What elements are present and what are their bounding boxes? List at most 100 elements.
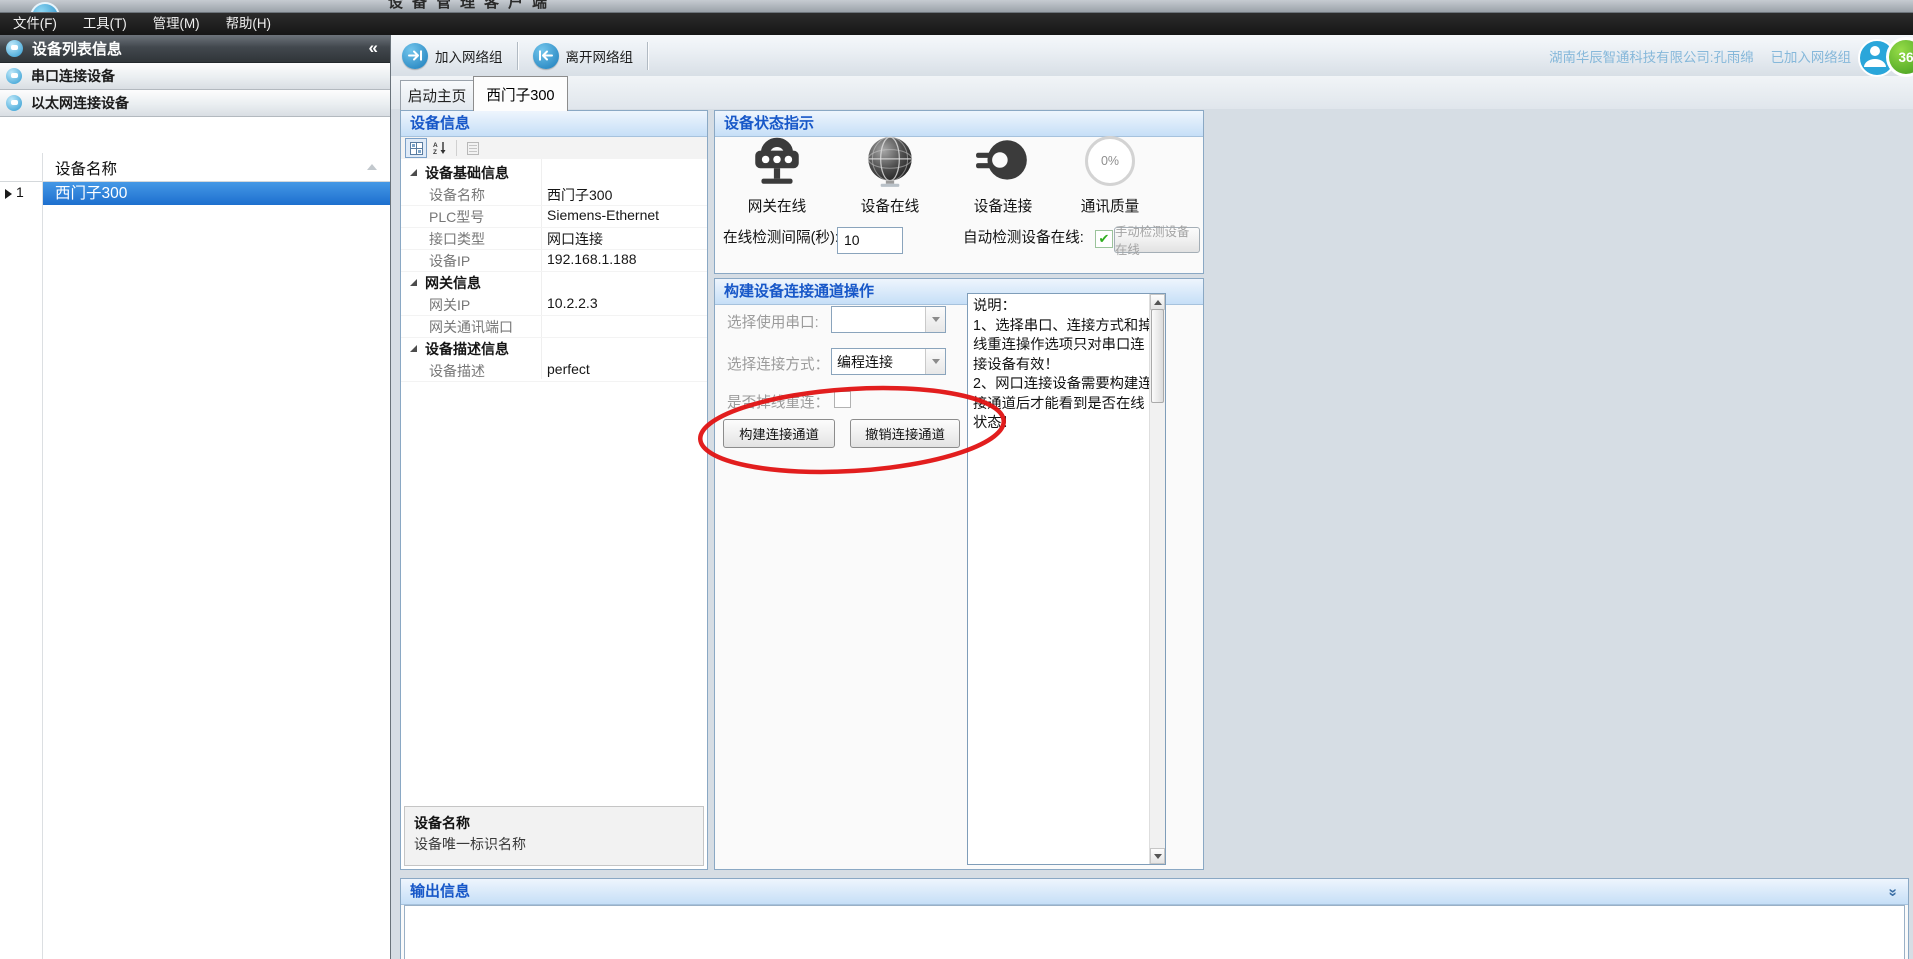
serial-port-label: 选择使用串口: bbox=[727, 311, 819, 332]
svg-text:Z: Z bbox=[433, 149, 437, 155]
note-line: 线重连操作选项只对串口连 bbox=[968, 336, 1150, 356]
row-number-divider bbox=[42, 153, 43, 959]
reconnect-label: 是否掉线重连： bbox=[727, 391, 829, 412]
account-info: 湖南华辰智通科技有限公司:孔雨绵 已加入网络组 bbox=[1549, 35, 1851, 76]
device-info-header: 设备信息 bbox=[401, 111, 707, 137]
menu-tools[interactable]: 工具(T) bbox=[70, 13, 140, 35]
revoke-channel-button[interactable]: 撤销连接通道 bbox=[850, 419, 960, 448]
device-table-header[interactable]: 设备名称 bbox=[0, 153, 390, 182]
sidebar-group-label: 以太网连接设备 bbox=[31, 93, 129, 113]
connect-mode-value: 编程连接 bbox=[837, 352, 893, 372]
output-content bbox=[404, 905, 1905, 959]
toolbar-separator bbox=[456, 140, 457, 156]
output-panel-header: 输出信息 « bbox=[401, 879, 1908, 905]
leave-network-label: 离开网络组 bbox=[566, 46, 634, 66]
scroll-down-icon[interactable] bbox=[1150, 848, 1165, 864]
connection-channel-panel: 构建设备连接通道操作 选择使用串口: 选择连接方式： 编程连接 是否掉线重连： … bbox=[714, 278, 1204, 870]
output-title: 输出信息 bbox=[410, 883, 470, 900]
property-description-box: 设备名称 设备唯一标识名称 bbox=[404, 806, 704, 866]
collapse-output-icon[interactable]: « bbox=[1879, 888, 1904, 896]
dropdown-icon[interactable] bbox=[925, 307, 945, 332]
reconnect-checkbox[interactable] bbox=[834, 391, 851, 408]
leave-network-button[interactable]: 离开网络组 bbox=[522, 39, 645, 73]
build-channel-button[interactable]: 构建连接通道 bbox=[723, 419, 835, 448]
svg-text:A: A bbox=[433, 142, 438, 149]
network-status-text: 已加入网络组 bbox=[1771, 46, 1851, 66]
column-device-name: 设备名称 bbox=[55, 157, 117, 179]
network-leave-icon bbox=[533, 43, 559, 69]
toolbar-separator bbox=[517, 42, 519, 70]
category-row[interactable]: 设备基础信息 bbox=[401, 161, 707, 183]
menu-bar: 文件(F) 工具(T) 管理(M) 帮助(H) bbox=[0, 13, 1913, 35]
property-grid-toolbar: AZ bbox=[401, 137, 707, 160]
device-list-sidebar: 设备列表信息 « 串口连接设备 以太网连接设备 设备名称 1 西门子300 bbox=[0, 35, 391, 959]
toolbar-separator bbox=[647, 42, 649, 70]
gateway-router-icon bbox=[748, 133, 806, 189]
property-description: 设备唯一标识名称 bbox=[414, 834, 526, 854]
property-row[interactable]: 接口类型 网口连接 bbox=[401, 227, 707, 250]
network-join-icon bbox=[402, 43, 428, 69]
interval-label: 在线检测间隔(秒): bbox=[723, 226, 839, 251]
tab-strip bbox=[391, 76, 1913, 109]
scroll-up-icon[interactable] bbox=[1150, 294, 1165, 310]
property-pages-icon bbox=[462, 138, 484, 158]
window-title: 设备管理客户端 bbox=[388, 0, 556, 12]
note-line: 接通道后才能看到是否在线 bbox=[968, 395, 1150, 415]
indicator-device-connect: 设备连接 bbox=[955, 133, 1051, 216]
categorized-view-icon[interactable] bbox=[405, 138, 427, 158]
device-row-selected[interactable]: 1 西门子300 bbox=[0, 182, 390, 205]
property-row[interactable]: 设备描述 perfect bbox=[401, 359, 707, 382]
quality-percent: 0% bbox=[1101, 154, 1119, 168]
note-line: 说明： bbox=[968, 297, 1150, 317]
app-logo-icon bbox=[30, 2, 60, 13]
interval-input[interactable] bbox=[837, 227, 903, 254]
indicator-comm-quality: 0% 通讯质量 bbox=[1062, 133, 1158, 216]
app-window: 设备管理客户端 文件(F) 工具(T) 管理(M) 帮助(H) 设备列表信息 «… bbox=[0, 0, 1913, 959]
sidebar-group-serial[interactable]: 串口连接设备 bbox=[0, 63, 390, 90]
connect-mode-combobox[interactable]: 编程连接 bbox=[831, 348, 946, 375]
connect-mode-label: 选择连接方式： bbox=[727, 353, 829, 374]
property-row[interactable]: PLC型号 Siemens-Ethernet bbox=[401, 205, 707, 228]
indicator-device-online: 设备在线 bbox=[842, 133, 938, 216]
property-row[interactable]: 网关通讯端口 bbox=[401, 315, 707, 338]
note-line: 2、网口连接设备需要构建连 bbox=[968, 375, 1150, 395]
property-row[interactable]: 设备名称 西门子300 bbox=[401, 183, 707, 206]
plug-icon bbox=[974, 133, 1032, 189]
globe-icon bbox=[861, 133, 919, 189]
menu-file[interactable]: 文件(F) bbox=[0, 13, 70, 35]
tab-home[interactable]: 启动主页 bbox=[400, 80, 474, 111]
category-collapse-icon[interactable] bbox=[410, 169, 417, 176]
main-toolbar: 加入网络组 离开网络组 湖南华辰智通科技有限公司:孔雨绵 已加入网络组 bbox=[391, 35, 1913, 77]
alphabetical-sort-icon[interactable]: AZ bbox=[429, 138, 451, 158]
property-grid: 设备基础信息 设备名称 西门子300 PLC型号 Siemens-Etherne… bbox=[401, 159, 707, 803]
note-scrollbar[interactable] bbox=[1149, 294, 1165, 864]
row-number: 1 bbox=[16, 184, 24, 200]
property-name: 设备名称 bbox=[414, 813, 470, 833]
device-info-panel: 设备信息 AZ 设备基础信息 设备名称 西门子300 bbox=[400, 110, 708, 870]
dropdown-icon[interactable] bbox=[925, 349, 945, 374]
category-row[interactable]: 网关信息 bbox=[401, 271, 707, 293]
current-row-icon bbox=[5, 189, 12, 199]
ethernet-device-icon bbox=[6, 95, 22, 111]
tab-device-siemens300[interactable]: 西门子300 bbox=[473, 76, 568, 111]
join-network-button[interactable]: 加入网络组 bbox=[391, 39, 514, 73]
menu-help[interactable]: 帮助(H) bbox=[213, 13, 284, 35]
auto-detect-checkbox[interactable]: ✔ bbox=[1095, 230, 1113, 248]
property-row[interactable]: 网关IP 10.2.2.3 bbox=[401, 293, 707, 316]
category-collapse-icon[interactable] bbox=[410, 279, 417, 286]
device-list-icon bbox=[6, 40, 23, 57]
sort-up-icon bbox=[367, 164, 377, 170]
collapse-sidebar-button[interactable]: « bbox=[369, 38, 378, 58]
device-status-panel: 设备状态指示 网关在线 bbox=[714, 110, 1204, 274]
manual-detect-button[interactable]: 手动检测设备在线 bbox=[1114, 227, 1200, 253]
sidebar-group-ethernet[interactable]: 以太网连接设备 bbox=[0, 90, 390, 117]
device-name-cell: 西门子300 bbox=[43, 182, 390, 205]
scrollbar-thumb[interactable] bbox=[1151, 309, 1164, 403]
category-row[interactable]: 设备描述信息 bbox=[401, 337, 707, 359]
property-row[interactable]: 设备IP 192.168.1.188 bbox=[401, 249, 707, 272]
serial-port-combobox[interactable] bbox=[831, 306, 946, 333]
menu-manage[interactable]: 管理(M) bbox=[140, 13, 213, 35]
category-collapse-icon[interactable] bbox=[410, 345, 417, 352]
device-table: 设备名称 1 西门子300 bbox=[0, 153, 390, 959]
serial-device-icon bbox=[6, 68, 22, 84]
